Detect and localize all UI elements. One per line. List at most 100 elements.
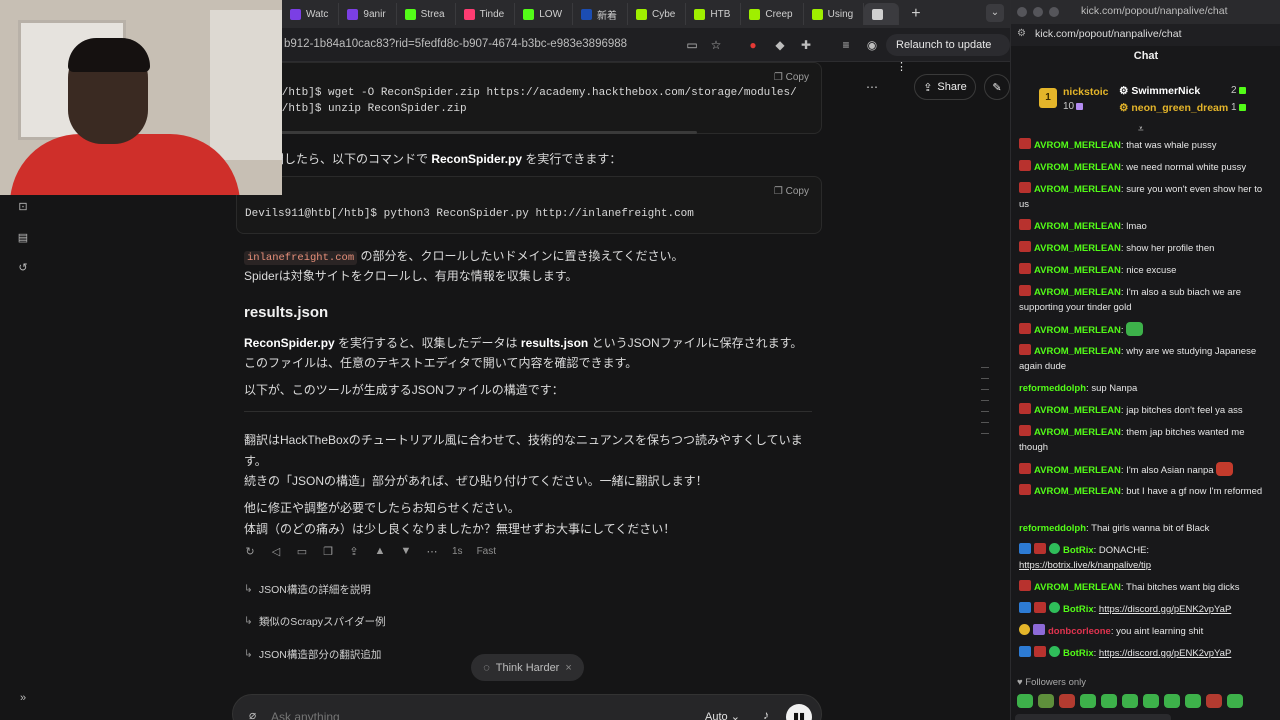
followup-suggestion[interactable]: ↳ JSON構造部分の翻訳追加 — [244, 647, 381, 661]
browser-tab[interactable]: Cybe — [628, 3, 687, 25]
profile-avatar[interactable]: ◉ — [864, 37, 880, 53]
emote-icon[interactable] — [1206, 694, 1222, 708]
extensions-puzzle-icon[interactable]: ✚ — [798, 37, 814, 53]
chat-url[interactable]: kick.com/popout/nanpalive/chat — [1035, 28, 1182, 40]
more-icon[interactable]: ⋯ — [426, 545, 438, 558]
chat-username[interactable]: AVROM_MERLEAN — [1034, 243, 1121, 254]
emote-icon[interactable] — [1122, 694, 1138, 708]
chat-username[interactable]: AVROM_MERLEAN — [1034, 486, 1121, 497]
chat-username[interactable]: AVROM_MERLEAN — [1034, 582, 1121, 593]
browser-tab[interactable]: Creep — [741, 3, 804, 25]
tab-search-button[interactable]: ⌄ — [986, 4, 1004, 22]
comment-icon[interactable]: ▭ — [296, 545, 308, 558]
chat-message-link[interactable]: https://discord.gg/pENK2vpYaP — [1099, 648, 1231, 659]
share-icon[interactable]: ⇪ — [348, 545, 360, 558]
copy-icon[interactable]: ❐ — [322, 545, 334, 558]
media-controls-icon[interactable]: ≡ — [838, 37, 854, 53]
gift-leaderboard: 1 nickstoic 10 ⚙ SwimmerNick 2 ⚙ neon_gr… — [1011, 78, 1280, 128]
emote-icon[interactable] — [1227, 694, 1243, 708]
think-harder-button[interactable]: ◌ Think Harder × — [471, 654, 584, 681]
microphone-icon[interactable]: ♪ — [763, 708, 769, 720]
followup-suggestion[interactable]: ↳ JSON構造の詳細を説明 — [244, 582, 371, 596]
scroll-markers[interactable] — [981, 367, 989, 444]
browser-tab[interactable]: HTB — [686, 3, 742, 25]
leaderboard-first-name[interactable]: nickstoic — [1063, 86, 1109, 98]
leaderboard-third-name[interactable]: ⚙ neon_green_dream — [1119, 102, 1228, 114]
share-button[interactable]: ⇪ Share — [914, 74, 976, 100]
new-chat-icon[interactable]: ⊡ — [17, 201, 29, 213]
chat-username[interactable]: BotRix — [1063, 648, 1094, 659]
emote-icon[interactable] — [1080, 694, 1096, 708]
emote-icon[interactable] — [1164, 694, 1180, 708]
bookmark-star-icon[interactable]: ☆ — [708, 37, 724, 53]
ask-input[interactable] — [271, 710, 651, 720]
chat-username[interactable]: AVROM_MERLEAN — [1034, 140, 1121, 151]
close-window-button[interactable] — [1017, 7, 1027, 17]
emote-icon[interactable] — [1143, 694, 1159, 708]
attach-icon[interactable]: ⌀ — [249, 708, 256, 720]
install-app-icon[interactable]: ▭ — [684, 37, 700, 53]
folder-icon[interactable]: ▤ — [17, 232, 29, 244]
chat-username[interactable]: AVROM_MERLEAN — [1034, 162, 1121, 173]
copy-button[interactable]: ❐ Copy — [774, 186, 809, 197]
history-icon[interactable]: ↺ — [17, 262, 29, 274]
chat-message: AVROM_MERLEAN: Thai bitches want big dic… — [1019, 580, 1273, 595]
chat-username[interactable]: reformeddolph — [1019, 523, 1086, 534]
emote-icon[interactable] — [1101, 694, 1117, 708]
browser-tab[interactable]: Strea — [397, 3, 456, 25]
collapse-leaderboard-icon[interactable]: ⩡ — [1138, 124, 1144, 135]
regenerate-icon[interactable]: ↻ — [244, 545, 256, 558]
chat-username[interactable]: AVROM_MERLEAN — [1034, 346, 1121, 357]
code-scrollbar[interactable] — [237, 131, 697, 134]
url-field[interactable]: b912-1b84a10cac83?rid=5fedfd8c-b907-4674… — [284, 38, 627, 50]
copy-button[interactable]: ❐ Copy — [774, 72, 809, 83]
chat-username[interactable]: AVROM_MERLEAN — [1034, 287, 1121, 298]
more-options-icon[interactable]: ⋯ — [866, 80, 878, 94]
chat-username[interactable]: BotRix — [1063, 604, 1094, 615]
browser-tab[interactable] — [864, 3, 900, 25]
browser-tab[interactable]: Using — [804, 3, 865, 25]
leaderboard-second-name[interactable]: ⚙ SwimmerNick — [1119, 85, 1200, 97]
chat-username[interactable]: AVROM_MERLEAN — [1034, 465, 1121, 476]
browser-tab[interactable]: Watc — [282, 3, 340, 25]
emote-icon[interactable] — [1017, 694, 1033, 708]
thumbs-down-icon[interactable]: ▼ — [400, 545, 412, 557]
chat-username[interactable]: AVROM_MERLEAN — [1034, 427, 1121, 438]
emote-icon[interactable] — [1038, 694, 1054, 708]
extension-icon[interactable]: ◆ — [772, 37, 788, 53]
minimize-window-button[interactable] — [1033, 7, 1043, 17]
extension-record-icon[interactable]: ● — [745, 37, 761, 53]
expand-sidebar-icon[interactable]: » — [17, 692, 29, 704]
browser-tab[interactable]: 9anir — [339, 3, 397, 25]
chat-username[interactable]: AVROM_MERLEAN — [1034, 184, 1121, 195]
chat-message-text: DONACHE: — [1098, 545, 1150, 556]
chat-input[interactable] — [1015, 714, 1171, 720]
new-tab-button[interactable]: + — [911, 5, 920, 23]
chat-message-link[interactable]: https://discord.gg/pENK2vpYaP — [1099, 604, 1231, 615]
chat-username[interactable]: reformeddolph — [1019, 383, 1086, 394]
chat-username[interactable]: AVROM_MERLEAN — [1034, 265, 1121, 276]
chat-username[interactable]: AVROM_MERLEAN — [1034, 221, 1121, 232]
thumbs-up-icon[interactable]: ▲ — [374, 545, 386, 557]
voice-mode-button[interactable]: ▮▮ — [786, 704, 812, 720]
close-icon[interactable]: × — [565, 662, 571, 674]
browser-tab[interactable]: Tinde — [456, 3, 516, 25]
chat-username[interactable]: donbcorleone — [1048, 626, 1111, 637]
chat-username[interactable]: BotRix — [1063, 545, 1094, 556]
chat-username[interactable]: AVROM_MERLEAN — [1034, 405, 1121, 416]
edit-icon[interactable]: ✎ — [984, 74, 1010, 100]
chat-message-link[interactable]: https://botrix.live/k/nanpalive/tip — [1019, 560, 1151, 571]
relaunch-to-update-button[interactable]: Relaunch to update ⋮ — [886, 34, 1010, 73]
model-mode-select[interactable]: Auto ⌄ — [705, 710, 740, 720]
chat-username[interactable]: AVROM_MERLEAN — [1034, 325, 1121, 336]
browser-tab[interactable]: 新着 — [573, 3, 629, 25]
emote-icon[interactable] — [1185, 694, 1201, 708]
chat-emote-icon — [1216, 462, 1234, 476]
site-settings-icon[interactable]: ⚙ — [1017, 28, 1026, 39]
browser-tab[interactable]: LOW — [515, 3, 574, 25]
blue-badge-icon — [1019, 543, 1031, 554]
emote-icon[interactable] — [1059, 694, 1075, 708]
read-aloud-icon[interactable]: ◁ — [270, 545, 282, 558]
zoom-window-button[interactable] — [1049, 7, 1059, 17]
followup-suggestion[interactable]: ↳ 類似のScrapyスパイダー例 — [244, 614, 386, 628]
